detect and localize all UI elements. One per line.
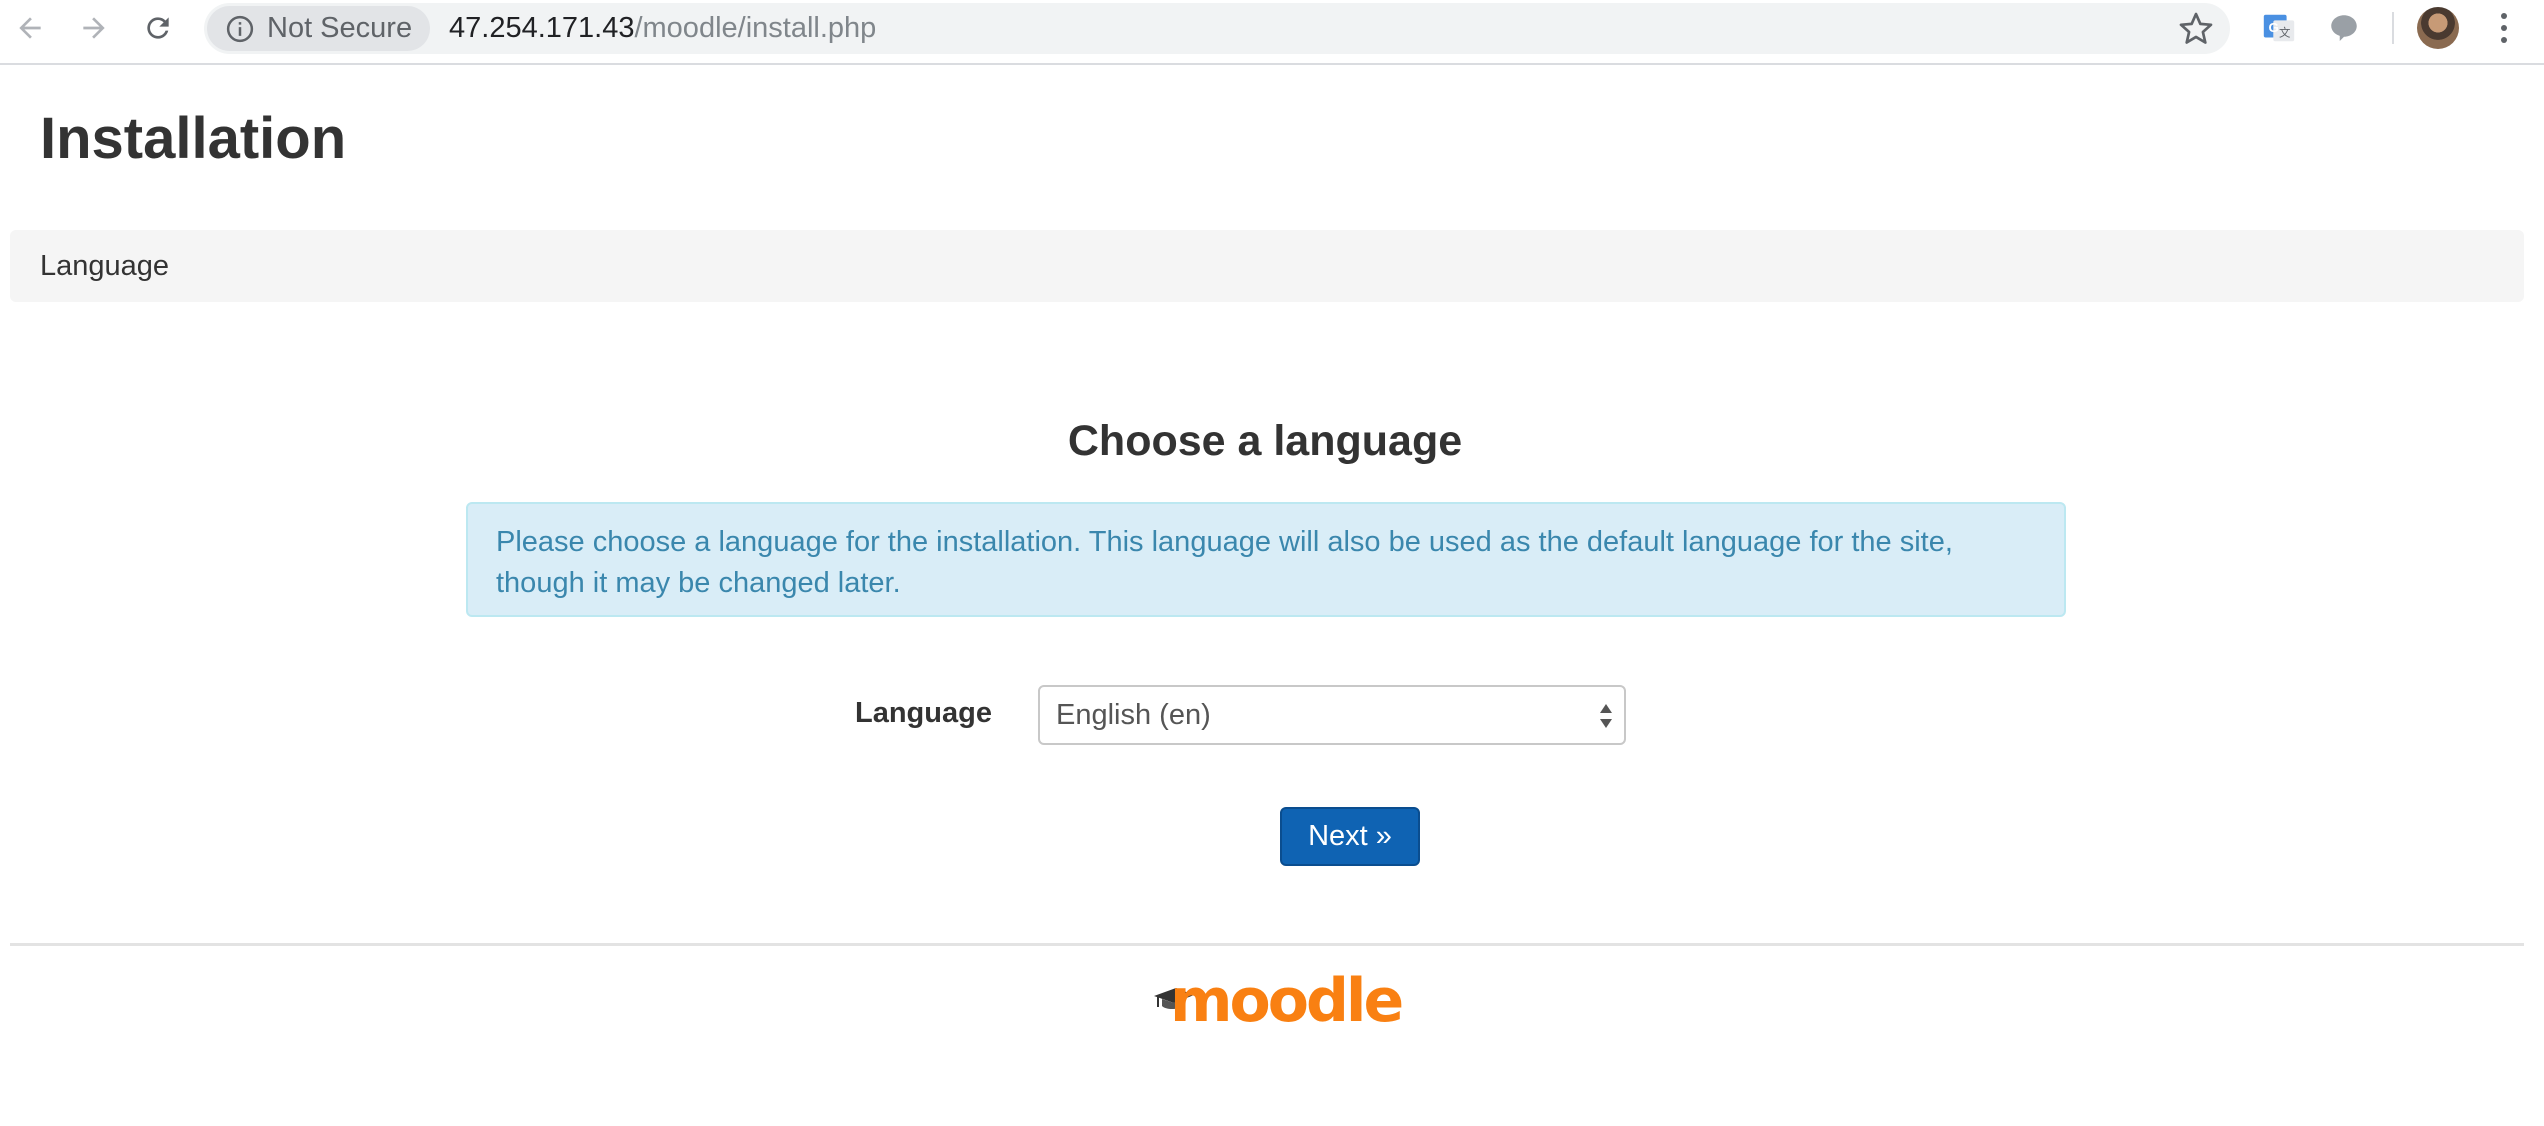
breadcrumb: Language [10, 230, 2524, 302]
next-button[interactable]: Next » [1280, 807, 1420, 866]
section-heading: Choose a language [1067, 417, 1463, 465]
site-info-chip[interactable]: Not Secure [207, 6, 431, 51]
breadcrumb-item-language: Language [40, 249, 170, 282]
back-arrow-icon [19, 17, 41, 39]
reload-button[interactable] [136, 6, 180, 50]
url-host: 47.254.171.43 [449, 12, 635, 44]
back-button[interactable] [8, 6, 52, 50]
language-selected-value: English (en) [1056, 698, 1211, 731]
forward-button[interactable] [72, 6, 116, 50]
bookmark-star-icon[interactable] [2178, 11, 2214, 47]
browser-menu-icon[interactable] [2486, 8, 2522, 48]
svg-text:文: 文 [2279, 26, 2291, 40]
svg-text:G: G [2269, 20, 2279, 35]
moodle-logo[interactable]: moodle [1152, 966, 1404, 1040]
select-arrows-icon [1600, 704, 1612, 728]
url-text[interactable]: 47.254.171.43/moodle/install.php [449, 3, 876, 54]
chat-extension[interactable] [2324, 8, 2364, 48]
profile-avatar[interactable] [2417, 7, 2459, 49]
language-select[interactable]: English (en) [1038, 685, 1626, 745]
forward-arrow-icon [83, 17, 105, 39]
info-icon [226, 15, 254, 42]
browser-toolbar: Not Secure 47.254.171.43/moodle/install.… [0, 0, 2544, 65]
reload-icon [147, 17, 169, 39]
info-alert: Please choose a language for the install… [466, 502, 2066, 617]
translate-extension[interactable]: G文 [2259, 8, 2299, 48]
footer-divider [10, 943, 2524, 946]
security-label: Not Secure [267, 12, 413, 44]
page-title: Installation [40, 106, 347, 171]
moodle-logo-text: moodle [1170, 966, 1404, 1036]
info-alert-text: Please choose a language for the install… [496, 526, 1953, 599]
language-label: Language [855, 697, 992, 729]
address-bar[interactable]: Not Secure 47.254.171.43/moodle/install.… [204, 3, 2230, 54]
url-path: /moodle/install.php [634, 12, 877, 44]
google-translate-icon: G文 [2263, 14, 2295, 42]
speech-bubble-icon [2331, 15, 2357, 42]
toolbar-divider [2392, 12, 2394, 44]
